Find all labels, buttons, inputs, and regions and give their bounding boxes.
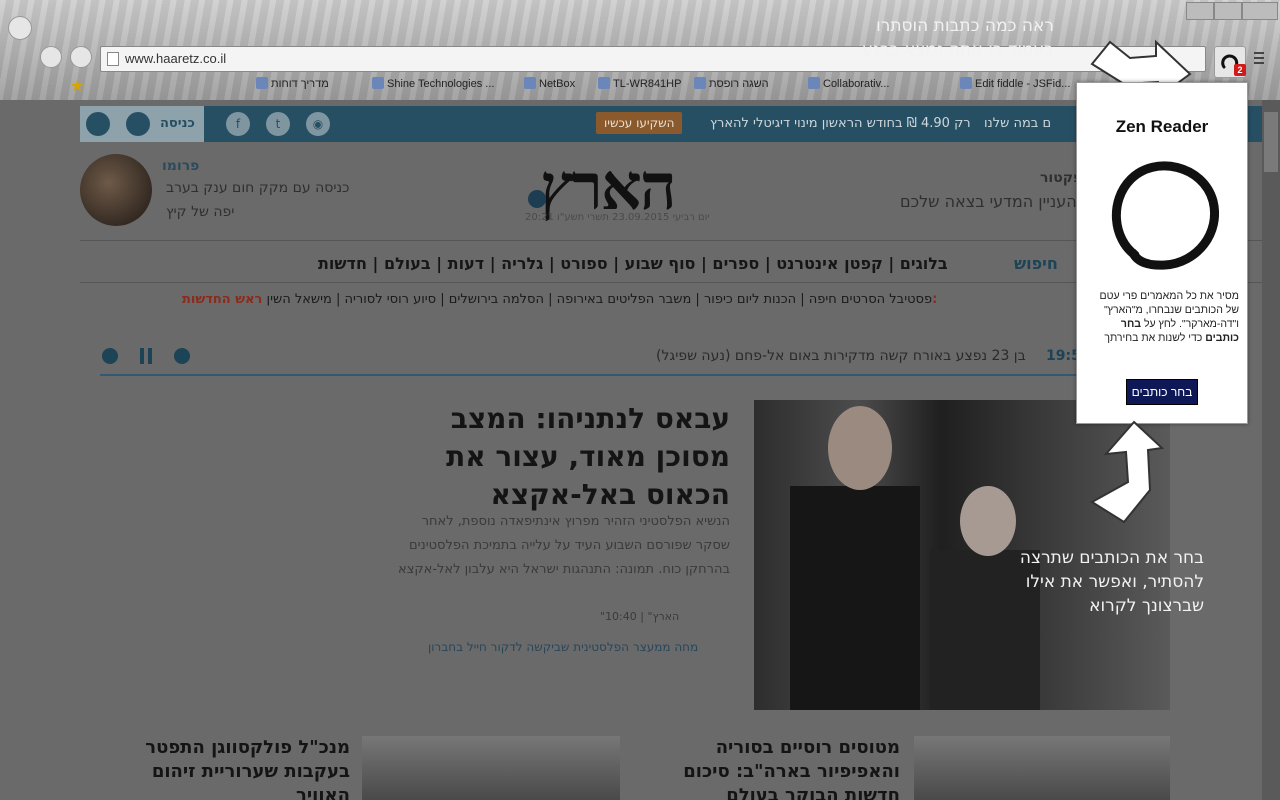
zen-reader-popup: Zen Reader מסיר את כל המאמרים פרי עטם של…	[1076, 82, 1248, 424]
nav-item[interactable]: בלוגים	[900, 254, 948, 273]
ticker-text[interactable]: בן 23 נפצע באורח קשה מדקירות באום אל-פחם…	[656, 348, 1026, 364]
promo-bar-prefix: ם במה שלנו	[984, 116, 1052, 131]
nav-item[interactable]: בעולם	[384, 254, 431, 273]
favicon-icon	[372, 77, 384, 89]
ticker-underline	[100, 374, 1170, 376]
search-link[interactable]: חיפוש	[1014, 254, 1058, 273]
favicon-icon	[598, 77, 610, 89]
scrollbar[interactable]	[1262, 100, 1280, 800]
menu-icon[interactable]	[1254, 52, 1264, 64]
subscribe-button[interactable]: השקיעו עכשיו	[596, 112, 683, 134]
bookmark-item[interactable]: TL-WR841HP	[598, 77, 681, 90]
favicon-icon	[256, 77, 268, 89]
maximize-button[interactable]	[1214, 2, 1242, 20]
nav-item[interactable]: ספורט	[560, 254, 607, 273]
logo-badge-icon	[528, 190, 546, 208]
ticker-next-icon[interactable]	[174, 348, 190, 364]
promo-line[interactable]: יפה של קיץ	[166, 204, 234, 220]
favicon-icon	[960, 77, 972, 89]
home-icon[interactable]	[86, 112, 110, 136]
nav-item[interactable]: דעות	[448, 254, 484, 273]
callout-top: ראה כמה כתבות הוסתרו בעמוד בו אתה נמצא כ…	[862, 16, 1054, 60]
promo-line[interactable]: כניסה עם מקק חום ענק בערב	[166, 180, 349, 196]
web-page: כניסה f t ◉ השקיעו עכשיו רק 4.90 ₪ בחודש…	[0, 100, 1262, 800]
subnav-item[interactable]: הסלמה בירושלים	[449, 292, 544, 307]
enso-logo-icon	[1112, 161, 1219, 270]
bookmark-item[interactable]: השגה רופסת	[694, 77, 769, 90]
callout-bottom: בחר את הכותבים שתרצה להסתיר, ואפשר את אי…	[1019, 548, 1204, 616]
bookmarks-bar: מדריך דוחות Shine Technologies ... NetBo…	[60, 74, 1210, 96]
bookmark-item[interactable]: NetBox	[524, 77, 575, 90]
main-nav: בלוגים | קפטן אינטרנט | ספרים | סוף שבוע…	[318, 254, 948, 273]
card-headline[interactable]: מנכ"ל פולקסווגן התפטר בעקבות שערוריית זי…	[120, 736, 350, 800]
facebook-icon[interactable]: f	[226, 112, 250, 136]
arrow-up-icon	[1090, 420, 1165, 524]
ticker-pause-icon[interactable]	[140, 348, 152, 364]
user-icon[interactable]	[126, 112, 150, 136]
nav-item[interactable]: חדשות	[318, 254, 367, 273]
subnav-item[interactable]: פסטיבל הסרטים חיפה	[809, 292, 932, 307]
subnav-item[interactable]: משבר הפליטים באירופה	[557, 292, 692, 307]
nav-item[interactable]: סוף שבוע	[625, 254, 696, 273]
related-link[interactable]: מחה ממעצר הפלסטינית שביקשה לדקור חייל בח…	[428, 640, 698, 654]
main-headline[interactable]: עבאס לנתניהו: המצב מסוכן מאוד, עצור את ה…	[380, 400, 730, 514]
promo-left-line[interactable]: העניין המדעי בצאה שלכם	[900, 192, 1077, 211]
forward-button[interactable]	[40, 46, 62, 68]
promo-title[interactable]: פרומו	[162, 158, 199, 174]
minimize-button[interactable]	[1186, 2, 1214, 20]
subnav-item[interactable]: הכנות ליום כיפור	[704, 292, 796, 307]
login-area[interactable]: כניסה	[80, 106, 204, 142]
date-line: יום רביעי 23.09.2015 תשרי תשע"ו 20:21	[525, 212, 710, 223]
nav-item[interactable]: גלריה	[501, 254, 543, 273]
nav-item[interactable]: ספרים	[712, 254, 759, 273]
popup-title: Zen Reader	[1115, 117, 1209, 136]
twitter-icon[interactable]: t	[266, 112, 290, 136]
promo-image[interactable]	[80, 154, 152, 226]
close-window-button[interactable]	[1242, 2, 1278, 20]
favicon-icon	[808, 77, 820, 89]
bookmark-item[interactable]: מדריך דוחות	[256, 77, 329, 90]
scrollbar-thumb[interactable]	[1264, 112, 1278, 172]
promo-bar-text: רק 4.90 ₪ בחודש הראשון מינוי דיגיטלי להא…	[710, 116, 971, 131]
photo-face	[828, 406, 892, 490]
rss-icon[interactable]: ◉	[306, 112, 330, 136]
reload-button[interactable]	[70, 46, 92, 68]
subnav-item[interactable]: סיוע רוסי לסוריה	[345, 292, 437, 307]
photo-figure	[790, 486, 920, 710]
main-summary: הנשיא הפלסטיני הזהיר מפרוץ אינתיפאדה נוס…	[398, 514, 730, 577]
favicon-icon	[524, 77, 536, 89]
card-image[interactable]	[914, 736, 1170, 800]
byline: "הארץ" | 10:40	[600, 610, 680, 623]
choose-writers-button[interactable]: בחר כותבים	[1126, 379, 1198, 405]
sub-nav: פסטיבל הסרטים חיפה | הכנות ליום כיפור | …	[182, 292, 938, 307]
favicon-icon	[694, 77, 706, 89]
card-image[interactable]	[362, 736, 620, 800]
subnav-item[interactable]: מישאל השין	[267, 292, 332, 307]
bookmark-item[interactable]: Edit fiddle - JSFid...	[960, 77, 1070, 90]
bookmark-item[interactable]: Collaborativ...	[808, 77, 889, 90]
page-icon	[107, 52, 119, 66]
hidden-count-badge: 2	[1234, 64, 1246, 76]
bookmark-item[interactable]: Shine Technologies ...	[372, 77, 494, 90]
back-button[interactable]	[8, 16, 32, 40]
login-link[interactable]: כניסה	[160, 116, 195, 131]
popup-description: מסיר את כל המאמרים פרי עטם של הכותבים שנ…	[1099, 290, 1239, 344]
ticker-prev-icon[interactable]	[102, 348, 118, 364]
card-headline[interactable]: מטוסים רוסיים בסוריה והאפיפיור בארה"ב: ס…	[660, 736, 900, 800]
url-text: www.haaretz.co.il	[125, 51, 227, 66]
nav-item[interactable]: קפטן אינטרנט	[776, 254, 882, 273]
